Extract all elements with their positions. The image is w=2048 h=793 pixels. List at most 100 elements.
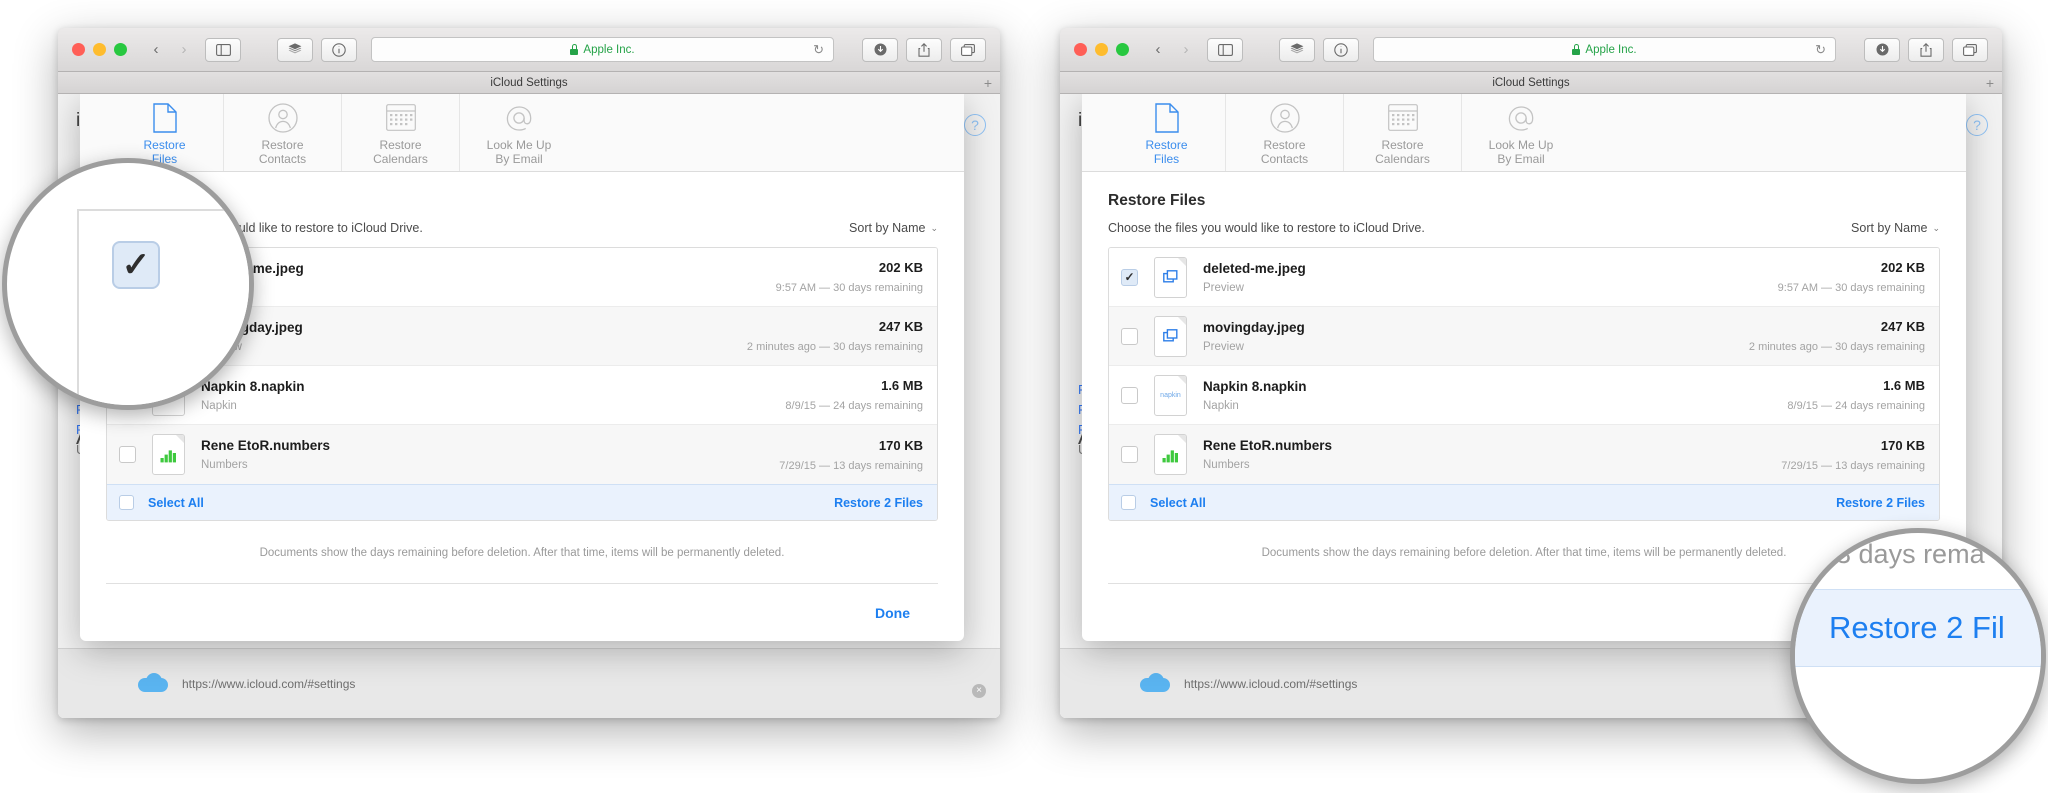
help-icon[interactable]: ? — [964, 114, 986, 136]
select-all-label: Select All — [148, 495, 204, 510]
zoom-window-button[interactable] — [1116, 43, 1129, 56]
magnifier-left-content: ✓ — [7, 163, 249, 405]
tab-look-me-up-by-email[interactable]: Look Me Up By Email — [1462, 94, 1580, 171]
file-app: Preview — [201, 341, 747, 353]
close-window-button[interactable] — [72, 43, 85, 56]
row-checkbox[interactable] — [1121, 446, 1138, 463]
reload-icon[interactable]: ↻ — [813, 42, 824, 58]
sheet-tab-bar[interactable]: Restore Files Restore Contacts Restore C… — [1082, 94, 1966, 172]
select-all-control[interactable]: Select All — [119, 495, 204, 510]
nav-buttons[interactable]: ‹ › — [1145, 38, 1199, 61]
sheet-tab-bar[interactable]: Restore Files Restore Contacts Restore C… — [80, 94, 964, 172]
sidebar-toggle-button[interactable] — [1207, 37, 1243, 62]
info-button[interactable] — [321, 37, 357, 62]
file-size: 1.6 MB — [881, 378, 923, 393]
forward-button[interactable]: › — [171, 38, 197, 61]
toolbar-right-group[interactable] — [1856, 37, 1988, 62]
share-button[interactable] — [1908, 37, 1944, 62]
file-meta: movingday.jpeg Preview — [1203, 320, 1749, 353]
nav-buttons[interactable]: ‹ › — [143, 38, 197, 61]
tab-label: Restore Calendars — [373, 137, 428, 166]
minimize-window-button[interactable] — [93, 43, 106, 56]
zoom-window-button[interactable] — [114, 43, 127, 56]
tab-title[interactable]: iCloud Settings — [1492, 77, 1569, 89]
document-icon — [1154, 103, 1179, 133]
file-date: 8/9/15 — 24 days remaining — [785, 400, 923, 412]
share-button[interactable] — [906, 37, 942, 62]
new-tab-button[interactable] — [950, 37, 986, 62]
background-url: ​https://www.icloud.com/#settings — [182, 676, 356, 691]
row-checkbox[interactable] — [119, 446, 136, 463]
tab-bar: iCloud Settings + — [1060, 72, 2002, 94]
new-tab-button[interactable] — [1952, 37, 1988, 62]
forward-button[interactable]: › — [1173, 38, 1199, 61]
window-controls[interactable] — [72, 43, 127, 56]
file-size: 202 KB — [1880, 260, 1925, 275]
tab-restore-contacts[interactable]: Restore Contacts — [1226, 94, 1344, 171]
downloads-button[interactable] — [1864, 37, 1900, 62]
tab-label: Look Me Up By Email — [486, 137, 552, 166]
address-bar[interactable]: Apple Inc. ↻ — [1373, 37, 1836, 62]
restore-files-button[interactable]: Restore 2 Files — [1836, 496, 1925, 510]
preview-document-icon — [1154, 315, 1187, 357]
reload-icon[interactable]: ↻ — [1815, 42, 1826, 58]
help-icon[interactable]: ? — [1966, 114, 1988, 136]
table-row[interactable]: movingday.jpeg Preview 247 KB 2 minutes … — [1109, 307, 1939, 366]
tab-restore-calendars[interactable]: Restore Calendars — [342, 94, 460, 171]
select-all-checkbox[interactable] — [1121, 495, 1136, 510]
row-checkbox[interactable] — [1121, 327, 1138, 345]
sort-by-dropdown[interactable]: Sort by Name ⌄ — [1851, 221, 1940, 235]
table-row[interactable]: Rene EtoR.numbers Numbers 170 KB 7/29/15… — [107, 425, 937, 484]
add-tab-icon[interactable]: + — [984, 76, 992, 90]
row-checkbox[interactable] — [1121, 386, 1138, 404]
tab-restore-contacts[interactable]: Restore Contacts — [224, 94, 342, 171]
tab-look-me-up-by-email[interactable]: Look Me Up By Email — [460, 94, 578, 171]
sidebar-toggle-button[interactable] — [205, 37, 241, 62]
tab-title[interactable]: iCloud Settings — [490, 77, 567, 89]
select-all-checkbox[interactable] — [119, 495, 134, 510]
table-row[interactable]: ✓ deleted-me.jpeg Preview — [1109, 248, 1939, 307]
close-icon[interactable]: × — [972, 684, 986, 698]
back-button[interactable]: ‹ — [1145, 38, 1171, 61]
file-right-meta: 170 KB 7/29/15 — 13 days remaining — [1781, 438, 1925, 472]
numbers-document-icon — [1154, 434, 1187, 475]
file-date: 2 minutes ago — 30 days remaining — [1748, 341, 1925, 353]
minimize-window-button[interactable] — [1095, 43, 1108, 56]
chevron-down-icon: ⌄ — [1932, 222, 1940, 233]
back-button[interactable]: ‹ — [143, 38, 169, 61]
done-button[interactable]: Done — [875, 605, 910, 621]
lock-icon — [1572, 44, 1581, 55]
address-bar[interactable]: Apple Inc. ↻ — [371, 37, 834, 62]
tab-restore-files[interactable]: Restore Files — [1108, 94, 1226, 171]
tab-restore-calendars[interactable]: Restore Calendars — [1344, 94, 1462, 171]
restore-files-button[interactable]: Restore 2 Files — [834, 496, 923, 510]
info-button[interactable] — [1323, 37, 1359, 62]
sort-by-label: Sort by Name — [849, 221, 926, 235]
add-tab-icon[interactable]: + — [1986, 76, 1994, 90]
napkin-label: napkin — [1160, 391, 1181, 399]
show-all-tabs-button[interactable] — [277, 37, 313, 62]
file-size: 202 KB — [878, 260, 923, 275]
tab-label: Restore Calendars — [1375, 137, 1430, 166]
site-name-label: Apple Inc. — [583, 43, 635, 56]
file-size: 247 KB — [878, 319, 923, 334]
toolbar-middle-group[interactable] — [269, 37, 357, 62]
toolbar-right-group[interactable] — [854, 37, 986, 62]
file-app: Preview — [1203, 281, 1244, 294]
close-window-button[interactable] — [1074, 43, 1087, 56]
check-icon: ✓ — [121, 246, 151, 284]
table-row[interactable]: Rene EtoR.numbers Numbers 170 KB 7/29/15… — [1109, 425, 1939, 484]
lock-icon — [570, 44, 579, 55]
row-checkbox[interactable]: ✓ — [1121, 268, 1138, 286]
page-title: Restore Files — [1108, 192, 1206, 209]
toolbar-middle-group[interactable] — [1271, 37, 1359, 62]
file-list: ✓ deleted-me.jpeg Preview — [1108, 247, 1940, 521]
select-all-control[interactable]: Select All — [1121, 495, 1206, 510]
window-controls[interactable] — [1074, 43, 1129, 56]
show-all-tabs-button[interactable] — [1279, 37, 1315, 62]
downloads-button[interactable] — [862, 37, 898, 62]
sort-by-dropdown[interactable]: Sort by Name ⌄ — [849, 221, 938, 235]
table-row[interactable]: napkin Napkin 8.napkin Napkin 1.6 MB 8/9… — [1109, 366, 1939, 425]
check-icon: ✓ — [1124, 270, 1135, 284]
file-right-meta: 247 KB 2 minutes ago — 30 days remaining — [747, 319, 923, 353]
